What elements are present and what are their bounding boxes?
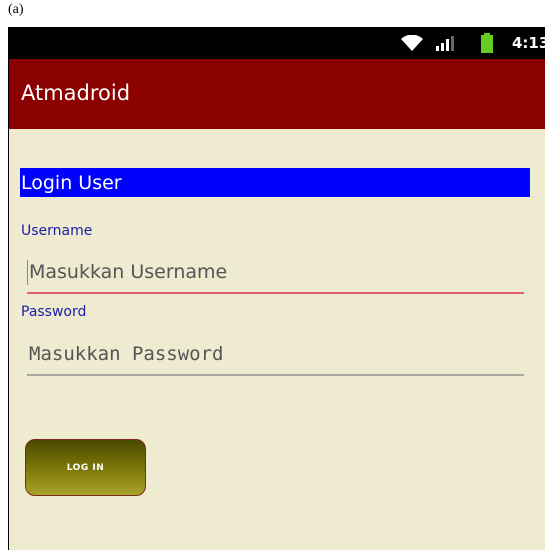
username-field[interactable]: Masukkan Username xyxy=(27,254,524,294)
password-placeholder: Masukkan Password xyxy=(29,343,224,365)
battery-icon xyxy=(481,33,493,53)
login-button[interactable]: LOG IN xyxy=(25,439,146,496)
phone-screen: 4:13 Atmadroid Login User Username Masuk… xyxy=(8,27,545,550)
signal-icon xyxy=(436,36,454,51)
status-bar: 4:13 xyxy=(9,27,545,59)
action-bar: Atmadroid xyxy=(9,59,545,129)
login-section-title: Login User xyxy=(20,168,530,197)
figure-caption: (a) xyxy=(8,2,24,17)
text-cursor xyxy=(27,260,28,285)
wifi-icon xyxy=(401,35,423,51)
username-placeholder: Masukkan Username xyxy=(29,261,228,283)
status-time: 4:13 xyxy=(512,34,545,52)
password-field[interactable]: Masukkan Password xyxy=(27,336,524,376)
username-label: Username xyxy=(21,223,93,239)
app-title: Atmadroid xyxy=(21,81,131,105)
password-label: Password xyxy=(21,304,87,320)
